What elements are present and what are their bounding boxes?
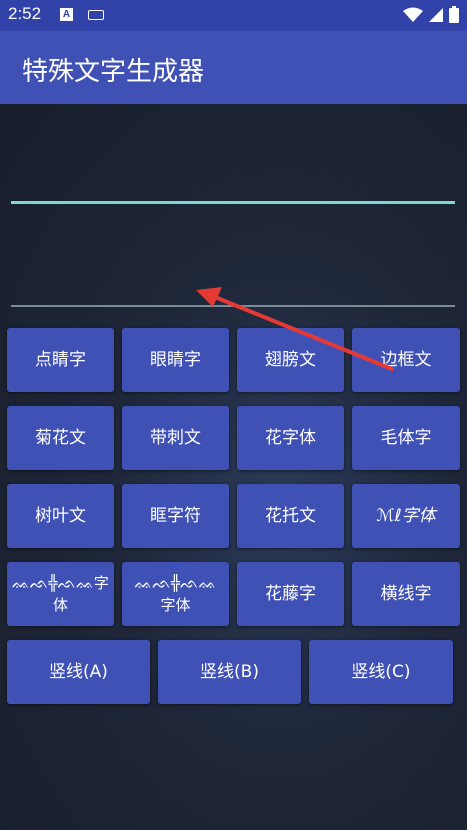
keyboard-icon: [88, 10, 104, 20]
status-time: 2:52: [8, 4, 42, 23]
battery-icon: [449, 6, 459, 23]
a-badge-icon: A: [60, 8, 73, 21]
app-title: 特殊文字生成器: [22, 57, 205, 87]
main-content: 点睛字 眼睛字 翅膀文 边框文 菊花文 带刺文 花字体 毛体字 树叶文 眶字符 …: [0, 104, 467, 830]
app-bar: 特殊文字生成器: [0, 31, 467, 104]
wifi-icon: [403, 7, 423, 22]
status-bar: 2:52 A: [0, 0, 467, 31]
cellular-icon: [429, 7, 443, 22]
annotation-arrow-icon: [196, 287, 394, 371]
